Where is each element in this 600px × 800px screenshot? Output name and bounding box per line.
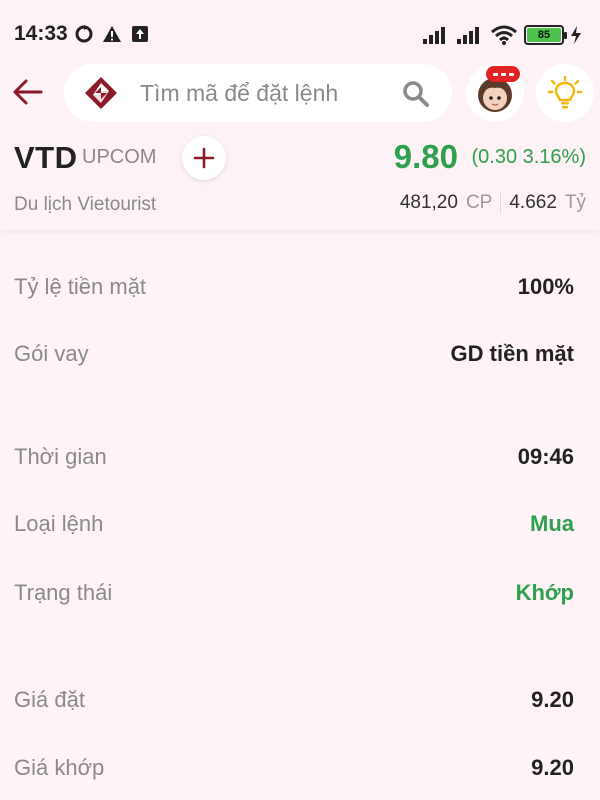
charging-icon — [571, 26, 581, 44]
brand-logo-icon — [85, 77, 117, 109]
search-input[interactable] — [140, 64, 390, 122]
status-time: 14:33 — [14, 22, 68, 45]
row-label: Loại lệnh — [14, 511, 104, 536]
signal-icon-2 — [457, 27, 479, 44]
search-icon[interactable] — [402, 80, 430, 108]
row-label: Giá khớp — [14, 755, 105, 780]
battery-level: 85 — [527, 28, 561, 42]
funding-section: Tỷ lệ tiền mặt 100% Gói vay GD tiền mặt — [0, 244, 600, 394]
row-value: 9.20 — [531, 755, 574, 780]
detail-row: Giá đặt 9.20 — [0, 679, 600, 719]
status-notifications — [74, 24, 150, 44]
stock-exchange: UPCOM — [82, 146, 157, 168]
order-status-section: Thời gian 09:46 Loại lệnh Mua Trạng thái… — [0, 410, 600, 638]
detail-row: Giá khớp 9.20 — [0, 747, 600, 787]
row-value: GD tiền mặt — [450, 341, 574, 366]
status-bar: 14:33 85 — [0, 0, 600, 66]
notification-badge — [486, 66, 520, 82]
order-type-value: Mua — [530, 511, 574, 536]
trade-value-unit: Tỷ — [564, 192, 586, 213]
volume-value: 481,20 — [399, 192, 458, 213]
price-section: Giá đặt 9.20 Giá khớp 9.20 — [0, 654, 600, 800]
back-button[interactable] — [10, 74, 46, 110]
avatar-button[interactable] — [466, 64, 524, 122]
detail-row: Gói vay GD tiền mặt — [0, 333, 600, 373]
search-box[interactable] — [64, 64, 452, 122]
detail-row: Loại lệnh Mua — [0, 503, 600, 543]
stock-summary: VTD UPCOM 9.80 (0.30 3.16%) Du lịch Viet… — [0, 124, 600, 230]
detail-row: Tỷ lệ tiền mặt 100% — [0, 266, 600, 306]
warning-icon — [103, 26, 121, 42]
row-label: Giá đặt — [14, 687, 85, 712]
arrow-left-icon — [13, 79, 43, 105]
row-value: 09:46 — [517, 444, 574, 469]
stock-change: (0.30 3.16%) — [471, 146, 586, 168]
divider — [500, 192, 502, 214]
status-system: 85 — [422, 24, 582, 46]
trade-value: 4.662 — [509, 192, 557, 213]
idea-button[interactable] — [536, 64, 594, 122]
row-label: Thời gian — [14, 444, 107, 469]
trading-volume: 481,20 CP 4.662 Tỷ — [400, 192, 586, 214]
lightbulb-icon — [547, 75, 583, 109]
signal-icon — [423, 27, 445, 44]
row-label: Tỷ lệ tiền mặt — [14, 274, 147, 299]
row-value: 100% — [517, 274, 574, 299]
stock-symbol: VTD — [14, 140, 78, 175]
sync-icon — [75, 25, 93, 43]
volume-unit: CP — [465, 192, 493, 213]
plus-icon — [193, 147, 215, 169]
battery-icon: 85 — [524, 25, 567, 45]
top-header — [0, 62, 600, 124]
row-value: 9.20 — [531, 687, 574, 712]
detail-row: Trạng thái Khớp — [0, 572, 600, 612]
row-label: Gói vay — [14, 341, 89, 366]
company-name: Du lịch Vietourist — [14, 194, 157, 215]
detail-row: Thời gian 09:46 — [0, 436, 600, 476]
upload-icon — [132, 26, 148, 42]
order-status-value: Khớp — [515, 580, 574, 605]
stock-price: 9.80 — [393, 138, 458, 175]
wifi-icon — [491, 25, 517, 45]
add-watchlist-button[interactable] — [182, 136, 226, 180]
row-label: Trạng thái — [14, 580, 113, 605]
